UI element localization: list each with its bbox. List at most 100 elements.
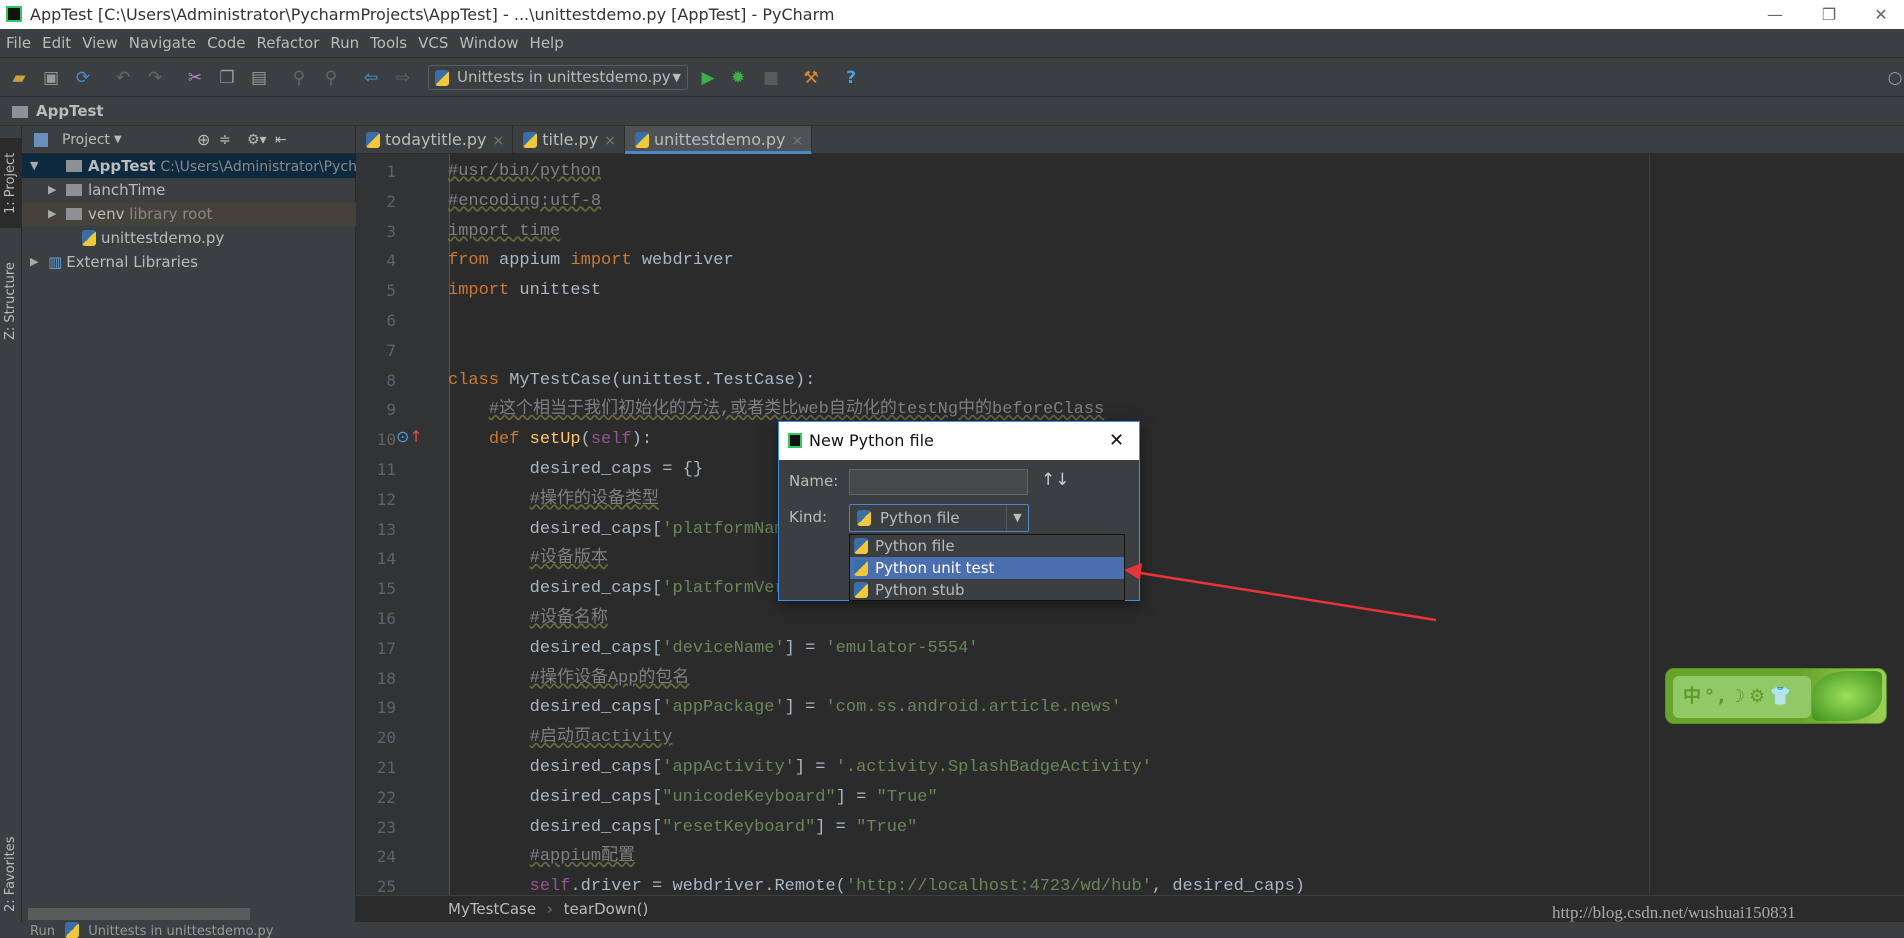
- menu-vcs[interactable]: VCS: [418, 34, 448, 52]
- collapsed-arrow-icon[interactable]: ▶: [48, 178, 56, 202]
- redo-icon[interactable]: ↷: [144, 67, 166, 89]
- menu-code[interactable]: Code: [207, 34, 245, 52]
- paste-icon[interactable]: ▤: [248, 67, 270, 89]
- code-line[interactable]: class MyTestCase(unittest.TestCase):: [448, 366, 815, 396]
- sync-icon[interactable]: ⟳: [72, 67, 94, 89]
- help-icon[interactable]: ?: [840, 67, 862, 89]
- run-config-name[interactable]: Unittests in unittestdemo.py: [88, 924, 273, 938]
- close-tab-icon[interactable]: ×: [791, 133, 803, 149]
- cut-icon[interactable]: ✂: [184, 67, 206, 89]
- code-line[interactable]: desired_caps["unicodeKeyboard"] = "True": [448, 783, 938, 813]
- collapse-all-icon[interactable]: ≑: [219, 126, 231, 154]
- code-line[interactable]: #appium配置: [448, 842, 635, 872]
- close-tab-icon[interactable]: ×: [604, 133, 616, 149]
- tree-item-unittestdemo[interactable]: unittestdemo.py: [22, 226, 356, 250]
- hide-panel-icon[interactable]: ⇤: [275, 126, 287, 154]
- forward-icon[interactable]: ⇨: [392, 67, 414, 89]
- project-view-select[interactable]: Project: [62, 132, 110, 148]
- tree-item-lanchtime[interactable]: ▶ lanchTime: [22, 178, 356, 202]
- run-configuration-select[interactable]: Unittests in unittestdemo.py ▼: [428, 65, 688, 90]
- favorites-tool-tab[interactable]: 2: Favorites: [0, 826, 22, 922]
- menu-refactor[interactable]: Refactor: [256, 34, 319, 52]
- minimize-button[interactable]: —: [1752, 0, 1798, 29]
- gear-icon[interactable]: ⚙▾: [247, 126, 267, 154]
- stop-icon[interactable]: ■: [760, 67, 782, 89]
- chevron-down-icon[interactable]: ▼: [114, 126, 122, 154]
- sort-order-icon[interactable]: ↑↓: [1041, 470, 1070, 490]
- code-line[interactable]: desired_caps = {}: [448, 455, 703, 485]
- chevron-down-icon[interactable]: ▼: [1006, 505, 1028, 531]
- option-python-unit-test[interactable]: Python unit test: [850, 557, 1124, 579]
- option-python-file[interactable]: Python file: [850, 535, 1124, 557]
- close-window-button[interactable]: ✕: [1858, 0, 1904, 29]
- tab-unittestdemo[interactable]: unittestdemo.py ×: [624, 126, 813, 154]
- code-line[interactable]: #设备名称: [448, 604, 608, 634]
- code-line[interactable]: #usr/bin/python: [448, 157, 601, 187]
- find-icon[interactable]: ⚲: [288, 67, 310, 89]
- back-icon[interactable]: ⇦: [360, 67, 382, 89]
- menu-help[interactable]: Help: [530, 34, 564, 52]
- collapsed-arrow-icon[interactable]: ▶: [48, 202, 56, 226]
- code-line[interactable]: #操作的设备类型: [448, 485, 659, 515]
- debug-icon[interactable]: ✹: [727, 67, 749, 89]
- menu-edit[interactable]: Edit: [42, 34, 71, 52]
- tree-item-apptest[interactable]: ▼ AppTest C:\Users\Administrator\Pych: [22, 154, 356, 178]
- locate-icon[interactable]: ⊕: [197, 126, 210, 154]
- name-input[interactable]: [849, 469, 1028, 495]
- override-marker-icon[interactable]: ⊙↑: [396, 427, 423, 446]
- menu-run[interactable]: Run: [330, 34, 359, 52]
- code-token: #操作设备App的包名: [529, 668, 690, 688]
- open-folder-icon[interactable]: ▰: [8, 67, 30, 89]
- ime-toolbar[interactable]: 中°,☽⚙👕: [1665, 668, 1887, 724]
- code-line[interactable]: #操作设备App的包名: [448, 664, 690, 694]
- save-icon[interactable]: ▣: [40, 67, 62, 89]
- run-icon[interactable]: ▶: [697, 67, 719, 89]
- menu-navigate[interactable]: Navigate: [129, 34, 196, 52]
- collapsed-arrow-icon[interactable]: ▶: [30, 250, 38, 274]
- code-line[interactable]: import time: [448, 217, 560, 247]
- watermark: http://blog.csdn.net/wushuai150831: [1552, 903, 1796, 922]
- line-number: 24: [376, 847, 396, 867]
- menu-tools[interactable]: Tools: [370, 34, 407, 52]
- breadcrumb-method[interactable]: tearDown(): [564, 900, 649, 918]
- search-everywhere-icon[interactable]: ○: [1884, 67, 1904, 89]
- breadcrumb-class[interactable]: MyTestCase: [448, 900, 536, 918]
- structure-tool-tab[interactable]: Z: Structure: [0, 246, 22, 356]
- code-line[interactable]: desired_caps["resetKeyboard"] = "True": [448, 813, 918, 843]
- tab-title[interactable]: title.py ×: [513, 126, 625, 154]
- tree-item-venv[interactable]: ▶ venv library root: [22, 202, 356, 226]
- run-tool-tab[interactable]: Run: [30, 924, 55, 938]
- code-line[interactable]: #encoding:utf-8: [448, 187, 601, 217]
- kind-select[interactable]: Python file ▼: [849, 504, 1029, 532]
- code-line[interactable]: desired_caps['deviceName'] = 'emulator-5…: [448, 634, 979, 664]
- code-line[interactable]: import unittest: [448, 276, 601, 306]
- code-line[interactable]: desired_caps['appPackage'] = 'com.ss.and…: [448, 693, 1122, 723]
- code-line[interactable]: desired_caps['platformNam: [448, 515, 785, 545]
- tree-item-external-libraries[interactable]: ▶ ▥ External Libraries: [22, 250, 356, 274]
- code-line[interactable]: desired_caps['platformVer: [448, 574, 785, 604]
- code-line[interactable]: #启动页activity: [448, 723, 673, 753]
- menu-window[interactable]: Window: [459, 34, 518, 52]
- code-line[interactable]: desired_caps['appActivity'] = '.activity…: [448, 753, 1152, 783]
- code-line[interactable]: def setUp(self):: [448, 425, 652, 455]
- code-line[interactable]: #设备版本: [448, 544, 608, 574]
- restore-button[interactable]: ❐: [1806, 0, 1852, 29]
- close-tab-icon[interactable]: ×: [492, 133, 504, 149]
- code-line[interactable]: self.driver = webdriver.Remote('http://l…: [448, 872, 1305, 895]
- tab-todaytitle[interactable]: todaytitle.py ×: [356, 126, 514, 154]
- option-python-stub[interactable]: Python stub: [850, 579, 1124, 601]
- nav-project[interactable]: AppTest: [36, 102, 104, 120]
- code-token: self: [529, 877, 571, 895]
- menu-view[interactable]: View: [82, 34, 118, 52]
- code-line[interactable]: from appium import webdriver: [448, 246, 734, 276]
- replace-icon[interactable]: ⚲: [320, 67, 342, 89]
- undo-icon[interactable]: ↶: [112, 67, 134, 89]
- settings-wrench-icon[interactable]: ⚒: [800, 67, 822, 89]
- expand-arrow-icon[interactable]: ▼: [30, 154, 38, 178]
- ime-status[interactable]: 中°,☽⚙👕: [1673, 676, 1811, 718]
- horizontal-scrollbar[interactable]: [28, 908, 250, 920]
- copy-icon[interactable]: ❐: [216, 67, 238, 89]
- dialog-close-button[interactable]: ✕: [1109, 422, 1124, 460]
- menu-file[interactable]: File: [6, 34, 31, 52]
- project-tool-tab[interactable]: 1: Project: [0, 138, 22, 228]
